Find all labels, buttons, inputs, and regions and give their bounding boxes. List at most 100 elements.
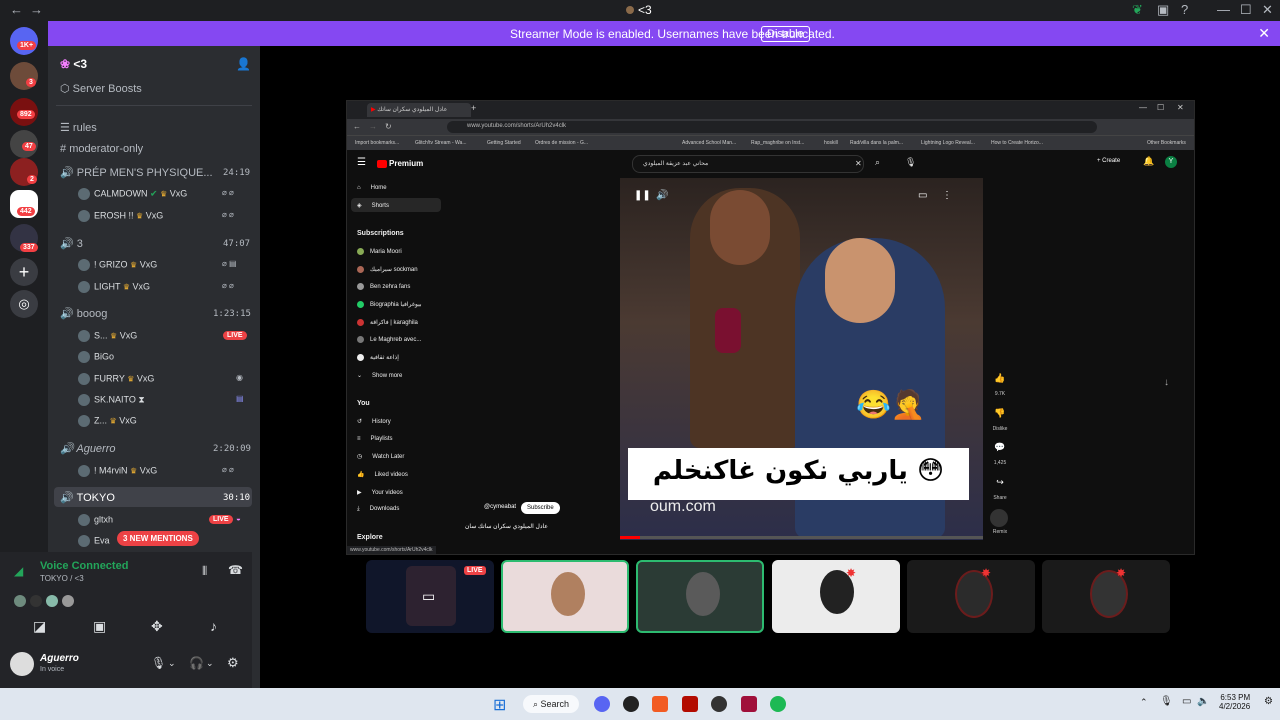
microphone-icon[interactable]: 🎙 bbox=[905, 157, 916, 168]
yt-nav-watch-later[interactable]: ◷ Watch Later bbox=[357, 453, 404, 460]
progress-bar[interactable] bbox=[620, 536, 983, 539]
captions-icon[interactable]: ▭ bbox=[918, 190, 927, 201]
forward-arrow-icon[interactable]: → bbox=[369, 122, 377, 131]
address-bar[interactable]: ← → ↻ www.youtube.com/shorts/ArUh2v4clk bbox=[347, 119, 1194, 135]
voice-channel-active[interactable]: 🔊 TOKYO bbox=[60, 491, 115, 504]
voice-user[interactable]: SK.NAITO ⧗ bbox=[78, 394, 145, 406]
voice-user[interactable]: S... ♛ VxG bbox=[78, 330, 137, 342]
yt-show-more[interactable]: ⌄ Show more bbox=[357, 372, 402, 379]
share-icon[interactable]: ↪ bbox=[993, 477, 1007, 488]
new-mentions-pill[interactable]: 3 NEW MENTIONS bbox=[117, 531, 199, 546]
participant-tile-stream[interactable]: LIVE ▭ bbox=[366, 560, 494, 633]
bookmark[interactable]: Import bookmarks... bbox=[355, 140, 399, 146]
close-window-icon[interactable]: ✕ bbox=[1262, 2, 1273, 18]
maximize-icon[interactable]: ☐ bbox=[1240, 2, 1252, 18]
bookmark[interactable]: Glitch!tv Stream - Wa... bbox=[415, 140, 467, 146]
yt-nav-your-videos[interactable]: ▶ Your videos bbox=[357, 489, 403, 496]
help-icon[interactable]: ? bbox=[1181, 2, 1188, 17]
voice-channel[interactable]: 🔊 3 bbox=[60, 237, 83, 250]
media-app-icon[interactable] bbox=[741, 696, 757, 712]
server-boosts-link[interactable]: ⬡ Server Boosts bbox=[60, 82, 142, 95]
voice-user[interactable]: EROSH !! ♛ VxG bbox=[78, 210, 163, 222]
yt-subscription[interactable]: Biographia بيوغرافيا bbox=[357, 301, 422, 308]
bookmark[interactable]: Rad/villa dans la palm... bbox=[850, 140, 903, 146]
participant-tile[interactable] bbox=[636, 560, 764, 633]
voice-location[interactable]: TOKYO / <3 bbox=[40, 574, 84, 583]
more-options-icon[interactable]: ⋮ bbox=[942, 190, 952, 201]
disable-button[interactable]: Disable bbox=[761, 26, 810, 42]
server-name[interactable]: ❀ <3 bbox=[60, 57, 87, 71]
yt-subscription[interactable]: إذاعة ثقافية bbox=[357, 354, 399, 361]
bookmark[interactable]: Lightning Logo Reveal... bbox=[921, 140, 975, 146]
volume-icon[interactable]: 🔊 bbox=[656, 190, 668, 201]
channel-rules[interactable]: ☰ rules bbox=[60, 121, 97, 134]
microphone-icon[interactable]: 🎙 bbox=[1160, 696, 1173, 707]
activities-icon[interactable]: ✥ bbox=[151, 618, 163, 635]
start-menu-icon[interactable]: ⊞ bbox=[493, 695, 506, 715]
yt-subscription[interactable]: سيراميك sockman bbox=[357, 266, 418, 273]
leaf-icon[interactable]: ❦ bbox=[1132, 2, 1143, 18]
participant-tile[interactable]: ✸ bbox=[907, 560, 1035, 633]
bookmark[interactable]: How to Create Horizo... bbox=[991, 140, 1043, 146]
explore-compass-icon[interactable]: ◎ bbox=[10, 290, 38, 318]
noise-suppression-icon[interactable]: ⦀ bbox=[202, 564, 207, 579]
account-avatar[interactable]: Y bbox=[1165, 156, 1177, 168]
headset-icon[interactable]: 🎧 bbox=[189, 656, 204, 670]
clear-search-icon[interactable]: ✕ bbox=[855, 159, 862, 168]
close-banner-icon[interactable]: ✕ bbox=[1258, 25, 1270, 42]
forward-arrow-icon[interactable]: → bbox=[30, 2, 43, 17]
bookmark[interactable]: Other Bookmarks bbox=[1147, 140, 1186, 146]
yt-subscription[interactable]: Le Maghreb avec... bbox=[357, 336, 421, 343]
chevron-down-icon[interactable]: ⌄ bbox=[168, 658, 176, 669]
discord-app-icon[interactable] bbox=[594, 696, 610, 712]
yt-nav-shorts[interactable]: ◈ Shorts bbox=[357, 202, 389, 209]
camera-off-icon[interactable]: ◪ bbox=[33, 618, 46, 635]
like-icon[interactable]: 👍 bbox=[993, 373, 1007, 384]
microphone-icon[interactable]: 🎙 bbox=[151, 656, 166, 670]
voice-channel[interactable]: 🔊 Aguerro bbox=[60, 442, 116, 455]
search-icon[interactable]: ⌕ bbox=[875, 157, 880, 168]
inbox-icon[interactable]: ▣ bbox=[1157, 2, 1169, 18]
channel-handle[interactable]: @cymeabat bbox=[484, 504, 516, 510]
signal-icon[interactable]: ◢ bbox=[14, 564, 23, 578]
subscribe-button[interactable]: Subscribe bbox=[521, 502, 560, 514]
voice-user[interactable]: BiGo bbox=[78, 351, 114, 363]
youtube-search-input[interactable]: محاني عبد عزيقة الميلودي ✕ bbox=[632, 155, 864, 173]
screen-share-view[interactable]: ▶ عادل الميلودي سكران ساتك + — ☐ ✕ ← → ↻… bbox=[346, 100, 1195, 555]
bookmark[interactable]: Getting Started bbox=[487, 140, 521, 146]
participant-tile[interactable] bbox=[501, 560, 629, 633]
voice-channel[interactable]: 🔊 booog bbox=[60, 307, 107, 320]
yt-nav-home[interactable]: ⌂ Home bbox=[357, 185, 387, 191]
screen-share-icon[interactable]: ▣ bbox=[93, 618, 106, 635]
yt-nav-liked[interactable]: 👍 Liked videos bbox=[357, 471, 408, 478]
voice-status[interactable]: Voice Connected bbox=[40, 560, 128, 572]
voice-user[interactable]: FURRY ♛ VxG bbox=[78, 373, 154, 385]
yt-subscription[interactable]: Maria Moori bbox=[357, 248, 402, 255]
comment-icon[interactable]: 💬 bbox=[993, 442, 1007, 453]
yt-subscription[interactable]: فاكراقة | karaghila bbox=[357, 319, 418, 326]
participant-tile[interactable]: ✸ bbox=[772, 560, 900, 633]
github-app-icon[interactable] bbox=[623, 696, 639, 712]
chevron-down-icon[interactable]: ⌄ bbox=[206, 658, 214, 669]
bookmark[interactable]: Rap_maghribe on Inst... bbox=[751, 140, 804, 146]
voice-user[interactable]: gltxh bbox=[78, 514, 113, 526]
yt-explore-header[interactable]: Explore bbox=[357, 534, 383, 541]
back-arrow-icon[interactable]: ← bbox=[10, 2, 23, 17]
participant-tile[interactable]: ✸ bbox=[1042, 560, 1170, 633]
disconnect-icon[interactable]: ☎ bbox=[228, 563, 243, 577]
channel-moderator-only[interactable]: # moderator-only bbox=[60, 143, 143, 155]
shorts-video-player[interactable]: 😂🤦 ❚❚ 🔊 ▭ ⋮ ياربي نكون غاكنخلم 😳 oum.com bbox=[620, 178, 983, 540]
minimize-icon[interactable]: — bbox=[1139, 103, 1147, 112]
volume-icon[interactable]: 🔈 bbox=[1197, 696, 1209, 707]
yt-subscription[interactable]: Ben zehra fans bbox=[357, 283, 410, 290]
dislike-icon[interactable]: 👎 bbox=[993, 408, 1007, 419]
current-user-name[interactable]: Aguerro bbox=[40, 653, 79, 664]
yt-nav-playlists[interactable]: ≡ Playlists bbox=[357, 436, 393, 442]
voice-user[interactable]: LIGHT ♛ VxG bbox=[78, 281, 150, 293]
yt-you-header[interactable]: You bbox=[357, 400, 370, 407]
bookmark[interactable]: Advanced School Man... bbox=[682, 140, 736, 146]
bookmark[interactable]: hoskill bbox=[824, 140, 838, 146]
soundboard-icon[interactable]: ♪ bbox=[210, 618, 217, 634]
tray-chevron-up-icon[interactable]: ⌃ bbox=[1140, 697, 1148, 708]
menu-icon[interactable]: ☰ bbox=[357, 157, 366, 168]
